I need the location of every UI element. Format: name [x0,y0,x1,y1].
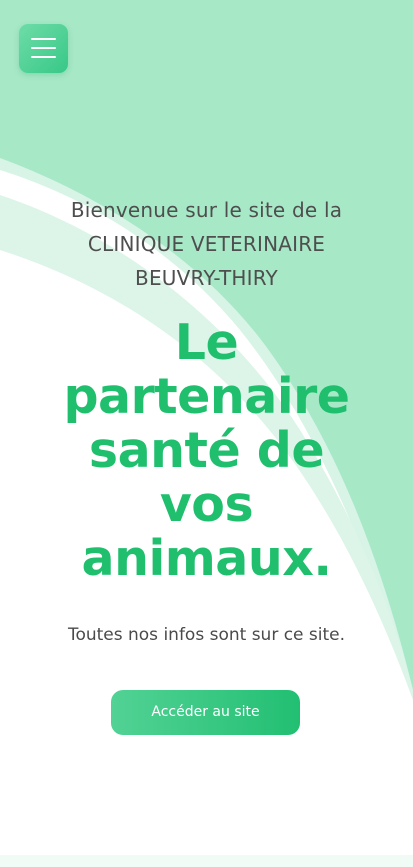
hero-headline: Le partenaire santé de vos animaux. [0,316,413,586]
welcome-text: Bienvenue sur le site de la CLINIQUE VET… [0,193,413,295]
hamburger-menu-icon-bar-top [31,38,56,40]
headline-line-3: santé de [88,422,325,479]
menu-button[interactable] [19,24,68,73]
footer-strip [0,855,413,867]
hamburger-menu-icon-bar-middle [31,47,56,49]
welcome-line-3: BEUVRY-THIRY [135,266,278,290]
welcome-line-1: Bienvenue sur le site de la [70,198,343,222]
headline-line-1: Le [174,314,239,371]
welcome-line-2: CLINIQUE VETERINAIRE [87,232,326,256]
hero-subtitle: Toutes nos infos sont sur ce site. [67,625,346,645]
landing-page: Bienvenue sur le site de la CLINIQUE VET… [0,0,413,867]
hamburger-menu-icon-bar-bottom [31,56,56,58]
access-site-button[interactable]: Accéder au site [111,690,300,735]
headline-line-5: animaux. [81,530,332,587]
headline-line-4: vos [159,476,254,533]
headline-line-2: partenaire [63,368,350,425]
